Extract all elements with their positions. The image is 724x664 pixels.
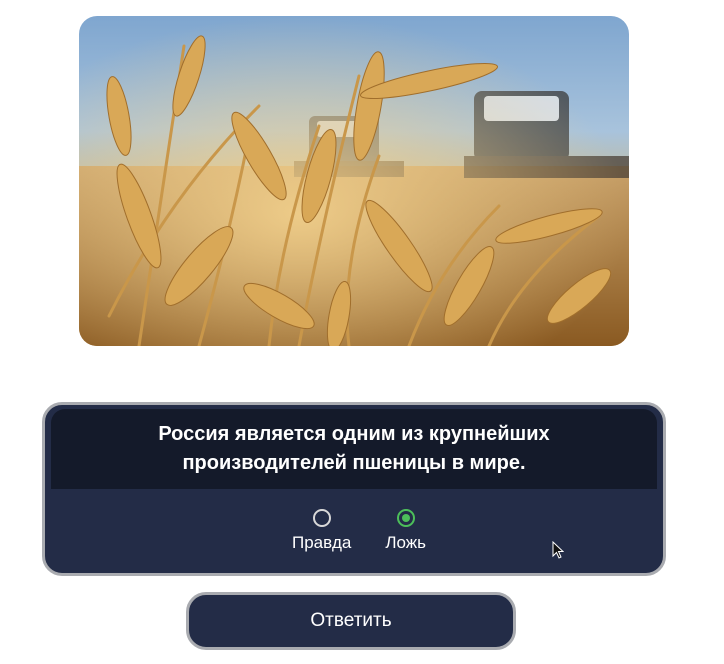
submit-button[interactable]: Ответить <box>186 592 516 650</box>
quiz-card: Россия является одним из крупнейших прои… <box>42 402 666 576</box>
option-true[interactable]: Правда <box>292 509 351 553</box>
quiz-page: Россия является одним из крупнейших прои… <box>0 0 724 664</box>
wheat-field-photo <box>79 16 629 346</box>
question-header: Россия является одним из крупнейших прои… <box>51 409 657 489</box>
option-true-label[interactable]: Правда <box>292 533 351 553</box>
answer-options: Правда Ложь <box>45 509 663 553</box>
option-false[interactable]: Ложь <box>385 509 426 553</box>
radio-true[interactable] <box>312 509 331 527</box>
question-text: Россия является одним из крупнейших прои… <box>158 423 550 474</box>
radio-false[interactable] <box>396 509 415 527</box>
option-false-label[interactable]: Ложь <box>385 533 426 553</box>
mouse-cursor-icon <box>552 540 565 564</box>
